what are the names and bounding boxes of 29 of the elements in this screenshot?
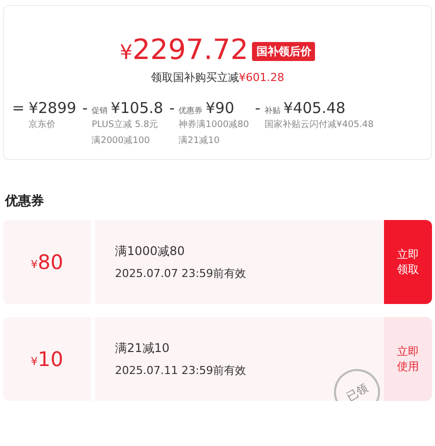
price-part-label: 优惠券 (178, 105, 203, 116)
price-part-note: 京东价 (28, 118, 57, 132)
price-part-note: 满2000减100 (92, 134, 151, 148)
operator: - (82, 99, 88, 119)
final-price: ¥2297.72 (120, 34, 248, 68)
price-part-amount: ¥405.48 (283, 99, 346, 117)
operator: - (169, 99, 175, 119)
subsidy-saving-text: 领取国补购买立减¥601.28 (150, 70, 286, 85)
price-part-note: 神券满1000减80 (178, 118, 249, 132)
coupon-condition: 满1000减80 (115, 243, 186, 260)
price-part-label: 促销 (92, 105, 108, 116)
section-title: 优惠券 (5, 193, 45, 210)
operator: = (12, 99, 25, 119)
operator: - (255, 99, 260, 119)
subsidy-price-badge: 国补领后价 (252, 42, 316, 60)
coupon-expiry: 2025.07.11 23:59前有效 (115, 363, 248, 378)
coupon-condition: 满21减10 (115, 340, 171, 357)
price-part-note: 国家补贴云闪付减¥405.48 (264, 118, 374, 132)
coupon-value: ¥10 (3, 317, 95, 401)
price-part-note: 满21减10 (178, 134, 221, 148)
price-part-note: PLUS立减 5.8元 (92, 118, 160, 132)
coupon-value: ¥80 (3, 220, 95, 304)
price-part-label: 补贴 (264, 105, 280, 116)
price-part-amount: ¥90 (206, 99, 234, 117)
price-part-amount: ¥2899 (28, 99, 76, 117)
price-part-amount: ¥105.8 (110, 99, 164, 117)
coupon-action-button[interactable]: 立即领取 (384, 220, 432, 304)
coupon-expiry: 2025.07.07 23:59前有效 (115, 266, 248, 281)
coupon-action-button[interactable]: 立即使用 (384, 317, 432, 401)
